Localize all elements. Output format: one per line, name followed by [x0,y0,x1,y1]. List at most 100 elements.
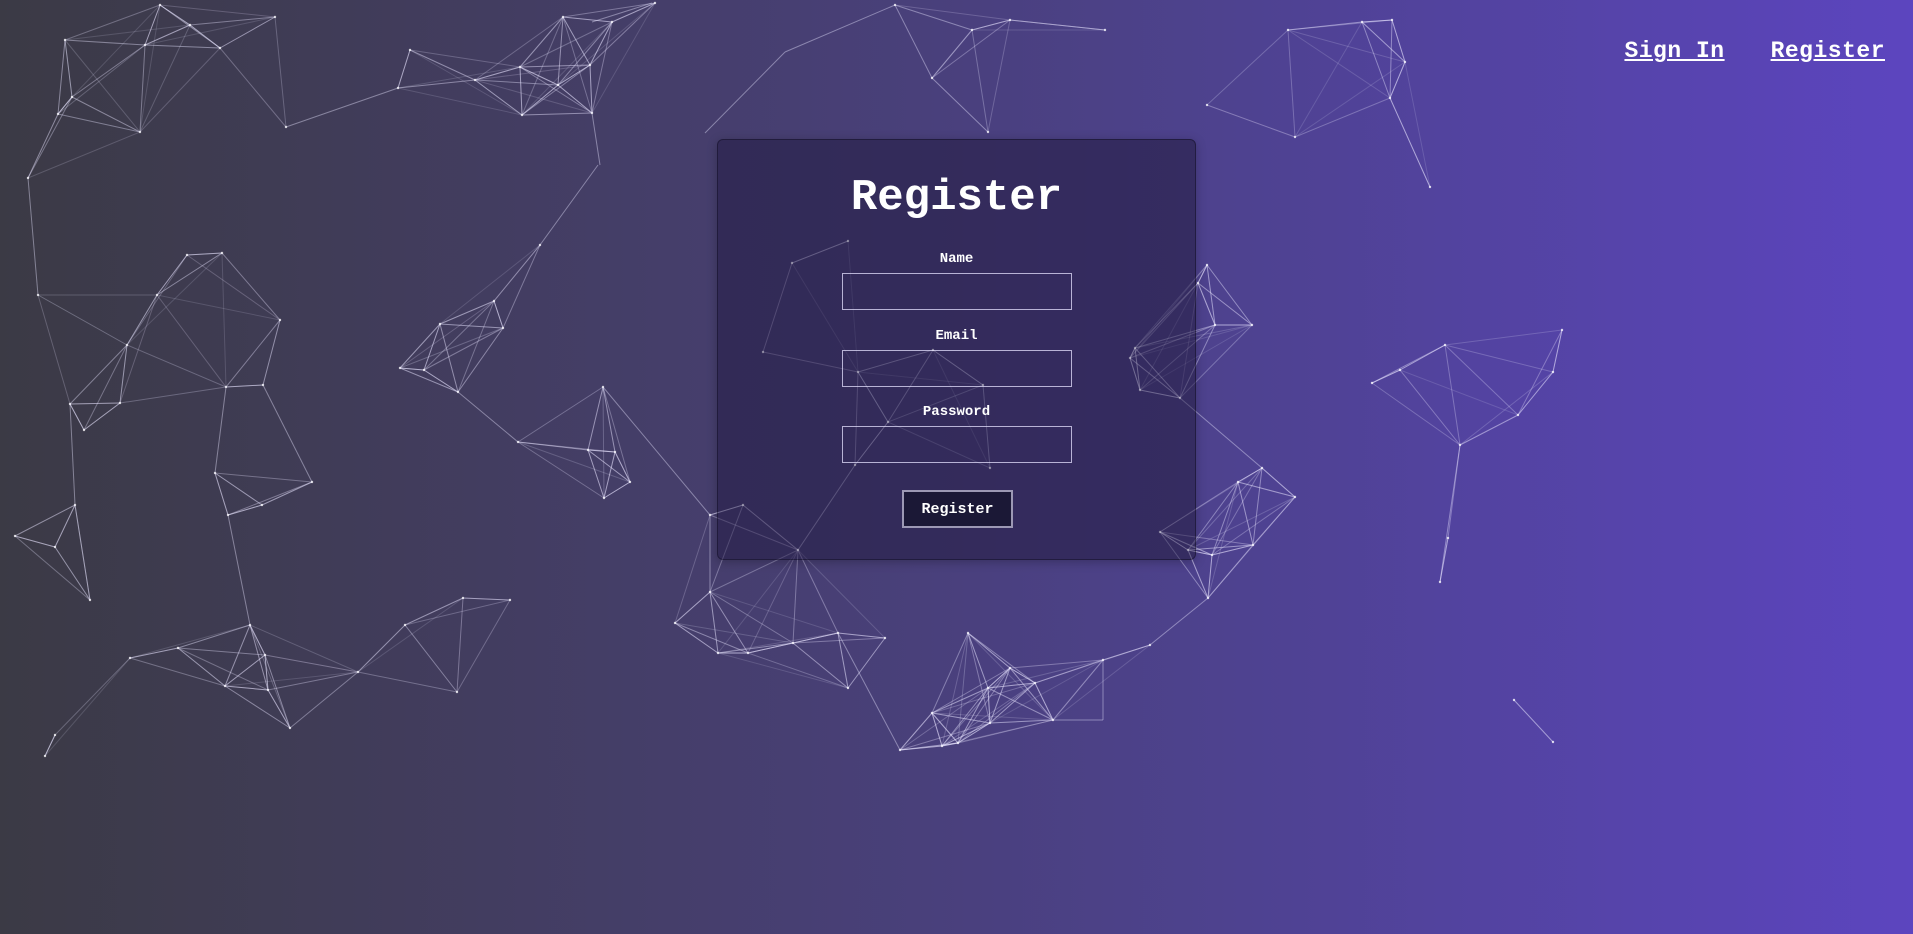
network-node [1512,698,1516,702]
network-line [747,549,799,654]
network-line [562,16,591,66]
network-node [1403,60,1407,64]
network-line [1294,21,1363,138]
network-node [218,46,222,50]
network-line [784,4,896,53]
network-node [586,448,590,452]
network-node [846,686,850,690]
network-line [1517,371,1554,416]
network-line [603,481,631,499]
network-line [126,344,227,388]
network-node [791,641,795,645]
network-node [1516,413,1520,417]
name-input[interactable] [842,273,1072,310]
network-line [139,47,221,133]
network-node [188,23,192,27]
network-line [931,687,989,714]
network-line [1513,699,1554,743]
network-node [263,653,267,657]
network-line [557,84,593,114]
network-line [837,632,886,639]
network-line [262,384,313,483]
network-line [186,252,223,256]
network-line [357,624,406,673]
network-line [602,386,711,516]
network-line [177,624,251,649]
network-node [143,43,147,47]
register-link[interactable]: Register [1771,38,1885,64]
network-line [71,96,141,133]
email-label: Email [935,328,978,344]
network-node [118,401,122,405]
network-node [501,326,505,330]
network-node [883,636,887,640]
network-node [422,368,426,372]
network-line [717,652,849,689]
network-line [227,481,313,516]
network-line [931,77,989,133]
register-submit-button[interactable]: Register [902,490,1013,528]
email-input[interactable] [842,350,1072,387]
network-line [219,47,287,128]
network-node [398,366,402,370]
network-node [1205,263,1209,267]
network-line [1444,344,1554,373]
password-input[interactable] [842,426,1072,463]
network-node [408,48,412,52]
network-node [508,598,512,602]
network-line [899,712,933,751]
network-line [602,386,605,499]
network-line [397,66,521,89]
network-node [128,656,132,660]
network-node [438,322,442,326]
network-node [520,113,524,117]
network-line [14,535,91,601]
network-line [603,451,616,499]
network-line [1459,371,1554,446]
network-line [439,323,504,329]
network-node [1443,343,1447,347]
network-line [931,712,943,747]
network-node [1196,281,1200,285]
network-line [1459,414,1519,446]
network-line [709,591,719,654]
sign-in-link[interactable]: Sign In [1624,38,1724,64]
network-line [1517,329,1563,416]
network-node [1250,323,1254,327]
network-line [456,599,511,693]
network-line [1389,19,1393,99]
network-line [971,29,989,133]
network-line [399,327,504,369]
network-line [931,667,1011,714]
network-node [610,20,614,24]
network-line [214,472,263,506]
network-line [14,504,76,537]
network-line [837,632,901,751]
network-line [264,654,359,673]
top-navigation: Sign In Register [1624,38,1885,64]
network-node [473,78,477,82]
network-line [1371,382,1461,446]
network-line [971,19,1011,31]
network-node [628,480,632,484]
network-line [404,597,464,626]
network-line [1294,97,1391,138]
network-node [403,623,407,627]
network-line [214,386,227,474]
network-line [214,472,313,483]
network-line [409,49,476,81]
network-line [1389,97,1431,188]
network-node [138,130,142,134]
network-line [54,504,76,548]
network-line [792,549,799,644]
network-node [930,76,934,80]
network-node [1251,543,1255,547]
network-node [455,690,459,694]
network-line [225,319,281,388]
network-line [69,402,121,405]
network-line [457,327,504,393]
network-line [931,632,969,714]
network-line [521,112,593,116]
network-line [64,39,146,46]
network-line [189,24,221,49]
